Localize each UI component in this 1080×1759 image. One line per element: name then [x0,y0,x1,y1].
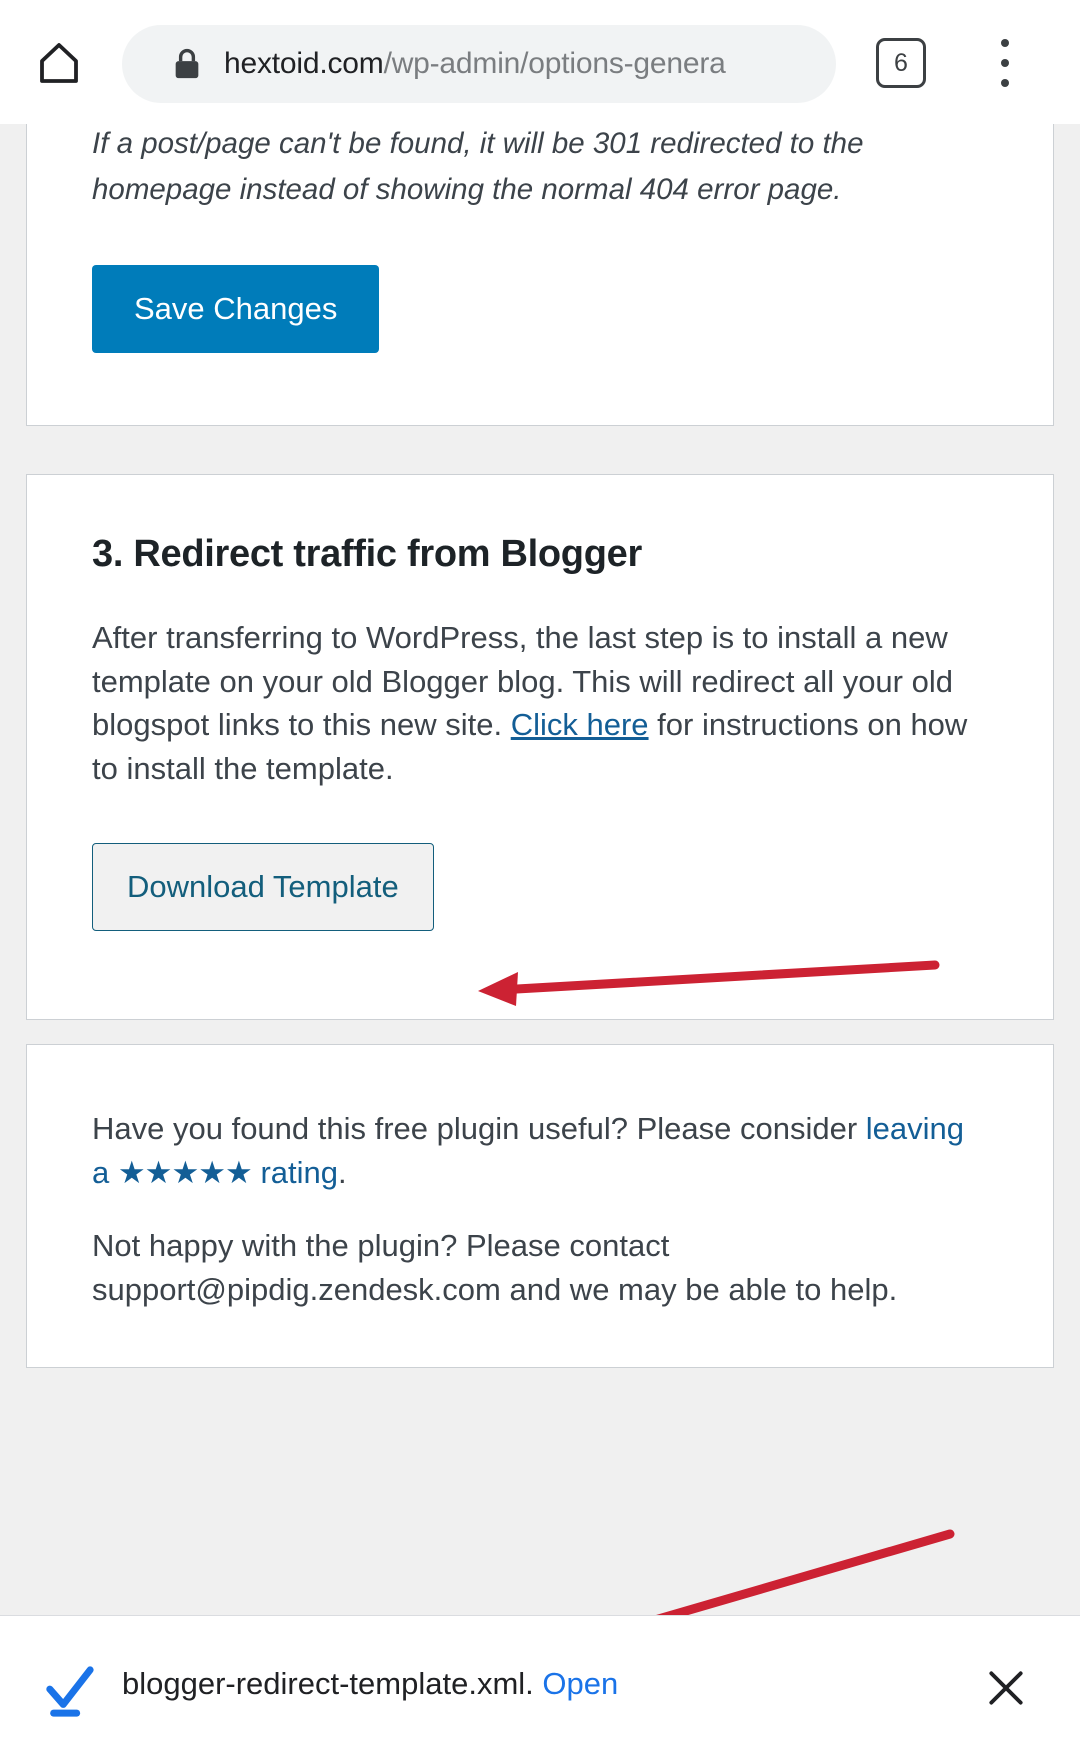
rating-period: . [338,1154,347,1190]
close-download-shelf-button[interactable] [980,1662,1032,1714]
save-changes-button[interactable]: Save Changes [92,265,380,353]
redirect-paragraph: After transferring to WordPress, the las… [92,616,988,790]
url-domain: hextoid.com [224,47,384,80]
redirect-heading: 3. Redirect traffic from Blogger [92,533,642,575]
feedback-line1-text: Have you found this free plugin useful? … [92,1111,866,1146]
tab-count-label: 6 [894,48,908,77]
download-template-button[interactable]: Download Template [92,843,434,931]
url-text: hextoid.com/wp-admin/options-genera [224,47,726,81]
rating-link-post: rating [251,1154,338,1190]
kebab-menu-icon [1001,39,1009,47]
download-filename: blogger-redirect-template.xml. [122,1666,534,1701]
download-item-label: blogger-redirect-template.xml. Open [122,1666,618,1702]
tab-counter-button[interactable]: 6 [876,38,926,88]
card-redirect-traffic: 3. Redirect traffic from Blogger After t… [26,474,1054,1020]
download-complete-check-icon [44,1664,94,1717]
feedback-support-line: Not happy with the plugin? Please contac… [92,1228,898,1307]
home-button[interactable] [32,38,86,92]
page-viewport[interactable]: If a post/page can't be found, it will b… [0,124,1080,1615]
screen: hextoid.com/wp-admin/options-genera 6 If… [0,0,1080,1759]
url-path: /wp-admin/options-genera [383,47,726,80]
card-feedback: Have you found this free plugin useful? … [26,1044,1054,1368]
click-here-link[interactable]: Click here [511,707,649,742]
card-settings: If a post/page can't be found, it will b… [26,124,1054,426]
download-shelf: blogger-redirect-template.xml. Open [0,1615,1080,1759]
browser-toolbar: hextoid.com/wp-admin/options-genera 6 [0,0,1080,124]
five-star-icon: ★★★★★ [117,1154,253,1190]
feedback-rating-line: Have you found this free plugin useful? … [92,1107,988,1194]
browser-menu-button[interactable] [985,36,1025,90]
download-open-link[interactable]: Open [542,1666,618,1701]
settings-note: If a post/page can't be found, it will b… [92,127,864,206]
lock-icon [172,47,202,81]
home-icon [35,39,83,92]
address-bar[interactable]: hextoid.com/wp-admin/options-genera [122,25,836,103]
